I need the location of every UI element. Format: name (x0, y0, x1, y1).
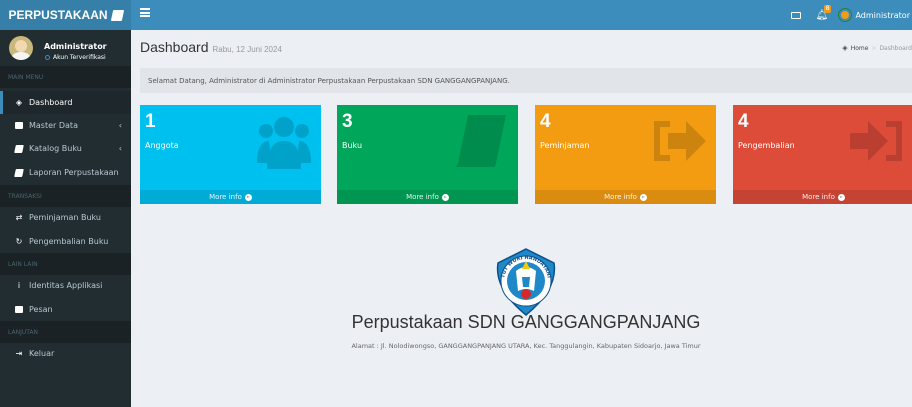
more-info-label: More info (406, 193, 439, 201)
stat-box-anggota: 1 Anggota More info (140, 105, 321, 204)
navbar-right: 🔔︎ 8 Administrator (791, 0, 912, 30)
menu-header-main: MAIN MENU (0, 66, 131, 88)
book-icon (110, 9, 124, 21)
book-icon (14, 144, 24, 153)
stat-label: Buku (342, 141, 363, 150)
menu-toggle-icon[interactable] (140, 8, 150, 17)
status-dot-icon (45, 55, 50, 60)
users-icon (257, 117, 311, 169)
stat-label: Anggota (145, 141, 179, 150)
sidebar-item-pengembalian-buku[interactable]: ↻ Pengembalian Buku (0, 230, 131, 253)
stat-box-peminjaman: 4 Peminjaman More info (535, 105, 716, 204)
stat-value: 1 (145, 111, 156, 132)
chevron-left-icon: ‹ (118, 121, 122, 130)
stat-value: 3 (342, 111, 353, 132)
sidebar-item-katalog-buku[interactable]: Katalog Buku ‹ (0, 137, 131, 160)
sidebar-item-label: Dashboard (29, 98, 73, 107)
arrow-circle-right-icon (244, 193, 252, 201)
stat-label: Peminjaman (540, 141, 590, 150)
welcome-callout: Selamat Datang, Administrator di Adminis… (140, 68, 912, 93)
menu-header-lanjutan: LANJUTAN (0, 321, 131, 343)
page-subtitle: Rabu, 12 Juni 2024 (212, 45, 282, 54)
sidebar-item-label: Identitas Applikasi (29, 281, 103, 290)
info-icon: i (17, 281, 21, 290)
menu-header-lain: LAIN LAIN (0, 253, 131, 275)
arrow-circle-right-icon (639, 193, 647, 201)
sidebar-item-master-data[interactable]: Master Data ‹ (0, 114, 131, 137)
arrow-circle-right-icon (837, 193, 845, 201)
school-logo: TUT WURI HANDAYANI (496, 248, 556, 316)
notification-badge: 8 (823, 4, 832, 13)
avatar (9, 36, 33, 60)
stat-box-pengembalian: 4 Pengembalian More info (733, 105, 912, 204)
stat-label: Pengembalian (738, 141, 795, 150)
sidebar-item-label: Laporan Perpustakaan (29, 168, 119, 177)
user-status-label: Akun Terverifikasi (53, 54, 106, 61)
refresh-icon: ↻ (15, 237, 23, 246)
sign-out-icon: ⇥ (15, 349, 23, 358)
sidebar-item-laporan[interactable]: Laporan Perpustakaan (0, 161, 131, 184)
exchange-icon: ⇄ (15, 213, 23, 222)
page-title: Dashboard Rabu, 12 Juni 2024 (140, 39, 282, 55)
sign-out-icon (654, 121, 706, 161)
user-panel: Administrator Akun Terverifikasi (0, 30, 131, 66)
sidebar-item-dashboard[interactable]: ◈ Dashboard (0, 91, 131, 114)
more-info-label: More info (802, 193, 835, 201)
sidebar-item-pesan[interactable]: Pesan (0, 298, 131, 321)
stat-box-buku: 3 Buku More info (337, 105, 518, 204)
sidebar-item-label: Pengembalian Buku (29, 237, 109, 246)
more-info-link[interactable]: More info (140, 190, 321, 204)
sidebar-item-identitas[interactable]: i Identitas Applikasi (0, 274, 131, 297)
sidebar-item-label: Keluar (29, 349, 55, 358)
main-content: Dashboard Rabu, 12 Juni 2024 ◈ Home > Das… (131, 30, 912, 407)
more-info-link[interactable]: More info (535, 190, 716, 204)
more-info-label: More info (209, 193, 242, 201)
envelope-icon (15, 306, 23, 313)
sidebar-item-peminjaman-buku[interactable]: ⇄ Peminjaman Buku (0, 206, 131, 229)
arrow-circle-right-icon (441, 193, 449, 201)
sidebar-item-label: Katalog Buku (29, 144, 82, 153)
dashboard-icon: ◈ (842, 44, 848, 52)
stat-value: 4 (540, 111, 551, 132)
stat-value: 4 (738, 111, 749, 132)
brand-logo[interactable]: PERPUSTAKAAN (0, 0, 131, 30)
chevron-left-icon: ‹ (118, 144, 122, 153)
user-menu-label: Administrator (855, 10, 910, 20)
top-navbar: PERPUSTAKAAN 🔔︎ 8 Administrator (0, 0, 912, 30)
mail-icon[interactable] (791, 11, 802, 19)
sidebar: Administrator Akun Terverifikasi MAIN ME… (0, 30, 131, 407)
dashboard-icon: ◈ (15, 98, 23, 107)
brand-label: PERPUSTAKAAN (8, 8, 108, 22)
sidebar-user-name: Administrator (44, 42, 107, 51)
more-info-link[interactable]: More info (337, 190, 518, 204)
notifications-button[interactable]: 🔔︎ 8 (815, 4, 832, 21)
sidebar-item-keluar[interactable]: ⇥ Keluar (0, 342, 131, 365)
folder-icon (15, 122, 23, 129)
sidebar-item-label: Pesan (29, 305, 53, 314)
breadcrumb-separator: > (871, 44, 877, 52)
more-info-label: More info (604, 193, 637, 201)
menu-header-transaksi: TRANSAKSI (0, 185, 131, 207)
user-status: Akun Terverifikasi (45, 54, 106, 61)
sidebar-item-label: Peminjaman Buku (29, 213, 101, 222)
breadcrumb-home[interactable]: Home (851, 45, 869, 52)
breadcrumb: ◈ Home > Dashboard (842, 44, 912, 52)
page-title-text: Dashboard (140, 39, 209, 55)
user-menu[interactable]: Administrator (839, 9, 910, 21)
school-address: Alamat : Jl. Nolodiwongso, GANGGANGPANJA… (351, 342, 701, 350)
sidebar-item-label: Master Data (29, 121, 78, 130)
book-icon (456, 115, 506, 167)
user-avatar-icon (839, 9, 852, 21)
breadcrumb-current: Dashboard (879, 44, 912, 52)
school-name: Perpustakaan SDN GANGGANGPANJANG (351, 312, 701, 332)
book-icon (14, 168, 24, 177)
sign-in-icon (850, 121, 902, 161)
more-info-link[interactable]: More info (733, 190, 912, 204)
